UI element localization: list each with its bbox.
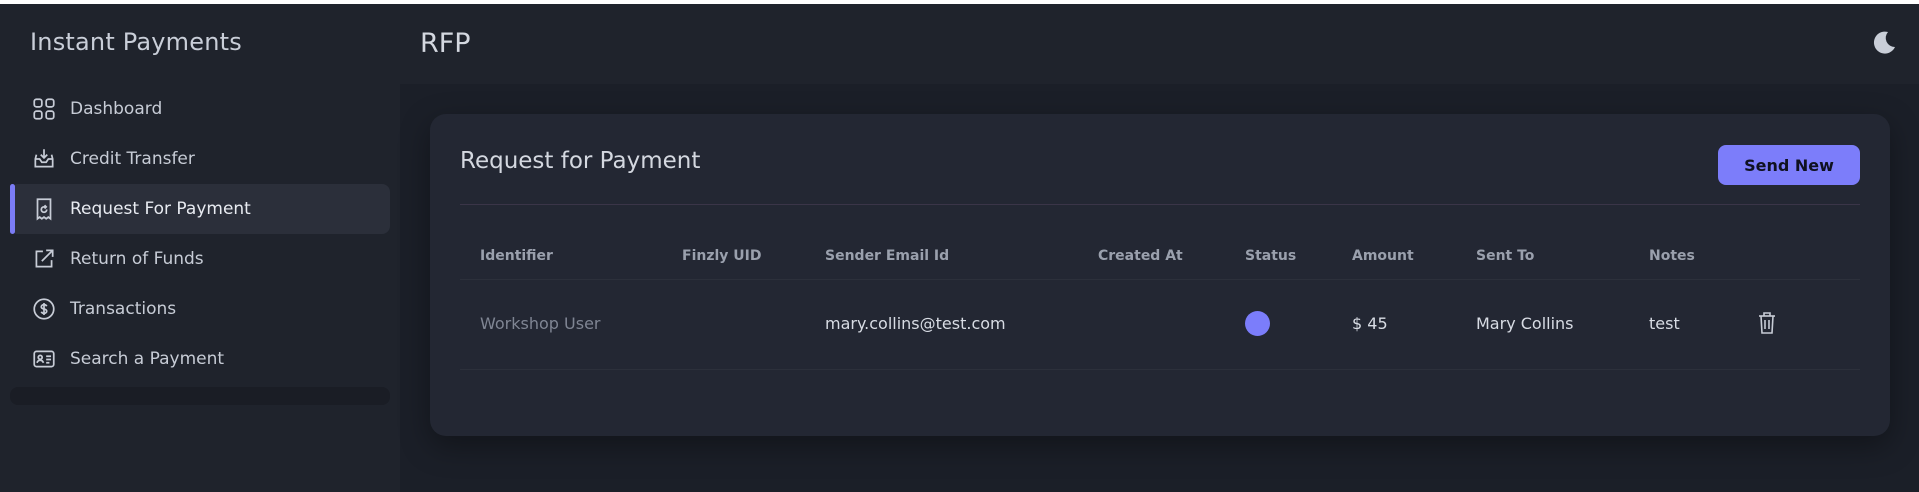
- status-indicator: [1245, 311, 1270, 336]
- sidebar-item-return-of-funds[interactable]: Return of Funds: [10, 234, 390, 284]
- grid-icon: [30, 95, 58, 123]
- sidebar-item-search-a-payment[interactable]: Search a Payment: [10, 334, 390, 384]
- column-header-sender-email[interactable]: Sender Email Id: [825, 248, 949, 264]
- page-header: RFP: [400, 4, 1919, 84]
- sidebar: Instant Payments Dashboard Credit Transf…: [0, 4, 400, 492]
- column-header-sent-to[interactable]: Sent To: [1476, 248, 1534, 264]
- send-new-button[interactable]: Send New: [1718, 145, 1860, 185]
- sidebar-item-request-for-payment[interactable]: Request For Payment: [10, 184, 390, 234]
- sidebar-item-label: Transactions: [70, 299, 177, 319]
- page-title: RFP: [420, 28, 471, 59]
- sidebar-item-credit-transfer[interactable]: Credit Transfer: [10, 134, 390, 184]
- sidebar-item-label: Return of Funds: [70, 249, 204, 269]
- external-link-icon: [30, 245, 58, 273]
- id-card-icon: [30, 345, 58, 373]
- divider: [460, 204, 1860, 205]
- card-title: Request for Payment: [460, 148, 701, 174]
- sidebar-footer-bar: [10, 387, 390, 405]
- sidebar-item-transactions[interactable]: Transactions: [10, 284, 390, 334]
- request-for-payment-card: Request for Payment Send New Identifier …: [430, 114, 1890, 436]
- column-header-amount[interactable]: Amount: [1352, 248, 1414, 264]
- rfp-table: Identifier Finzly UID Sender Email Id Cr…: [460, 234, 1860, 370]
- sidebar-nav: Dashboard Credit Transfer Request For Pa…: [0, 84, 400, 405]
- column-header-identifier[interactable]: Identifier: [480, 248, 553, 264]
- sidebar-item-label: Search a Payment: [70, 349, 225, 369]
- sidebar-item-dashboard[interactable]: Dashboard: [10, 84, 390, 134]
- receipt-return-icon: [30, 195, 58, 223]
- moon-icon[interactable]: [1869, 28, 1899, 58]
- column-header-notes[interactable]: Notes: [1649, 248, 1695, 264]
- sidebar-item-label: Credit Transfer: [70, 149, 195, 169]
- cell-amount: $ 45: [1352, 314, 1388, 333]
- cell-identifier: Workshop User: [480, 314, 601, 333]
- sidebar-item-label: Request For Payment: [70, 199, 251, 219]
- sidebar-item-label: Dashboard: [70, 99, 163, 119]
- cell-sender-email: mary.collins@test.com: [825, 314, 1006, 333]
- trash-icon[interactable]: [1756, 310, 1778, 336]
- inbox-download-icon: [30, 145, 58, 173]
- column-header-finzly-uid[interactable]: Finzly UID: [682, 248, 761, 264]
- table-row[interactable]: Workshop User mary.collins@test.com $ 45…: [460, 280, 1860, 370]
- column-header-status[interactable]: Status: [1245, 248, 1296, 264]
- dollar-circle-icon: [30, 295, 58, 323]
- app-title: Instant Payments: [30, 28, 242, 56]
- cell-sent-to: Mary Collins: [1476, 314, 1574, 333]
- cell-notes: test: [1649, 314, 1680, 333]
- column-header-created-at[interactable]: Created At: [1098, 248, 1183, 264]
- table-header: Identifier Finzly UID Sender Email Id Cr…: [460, 234, 1860, 280]
